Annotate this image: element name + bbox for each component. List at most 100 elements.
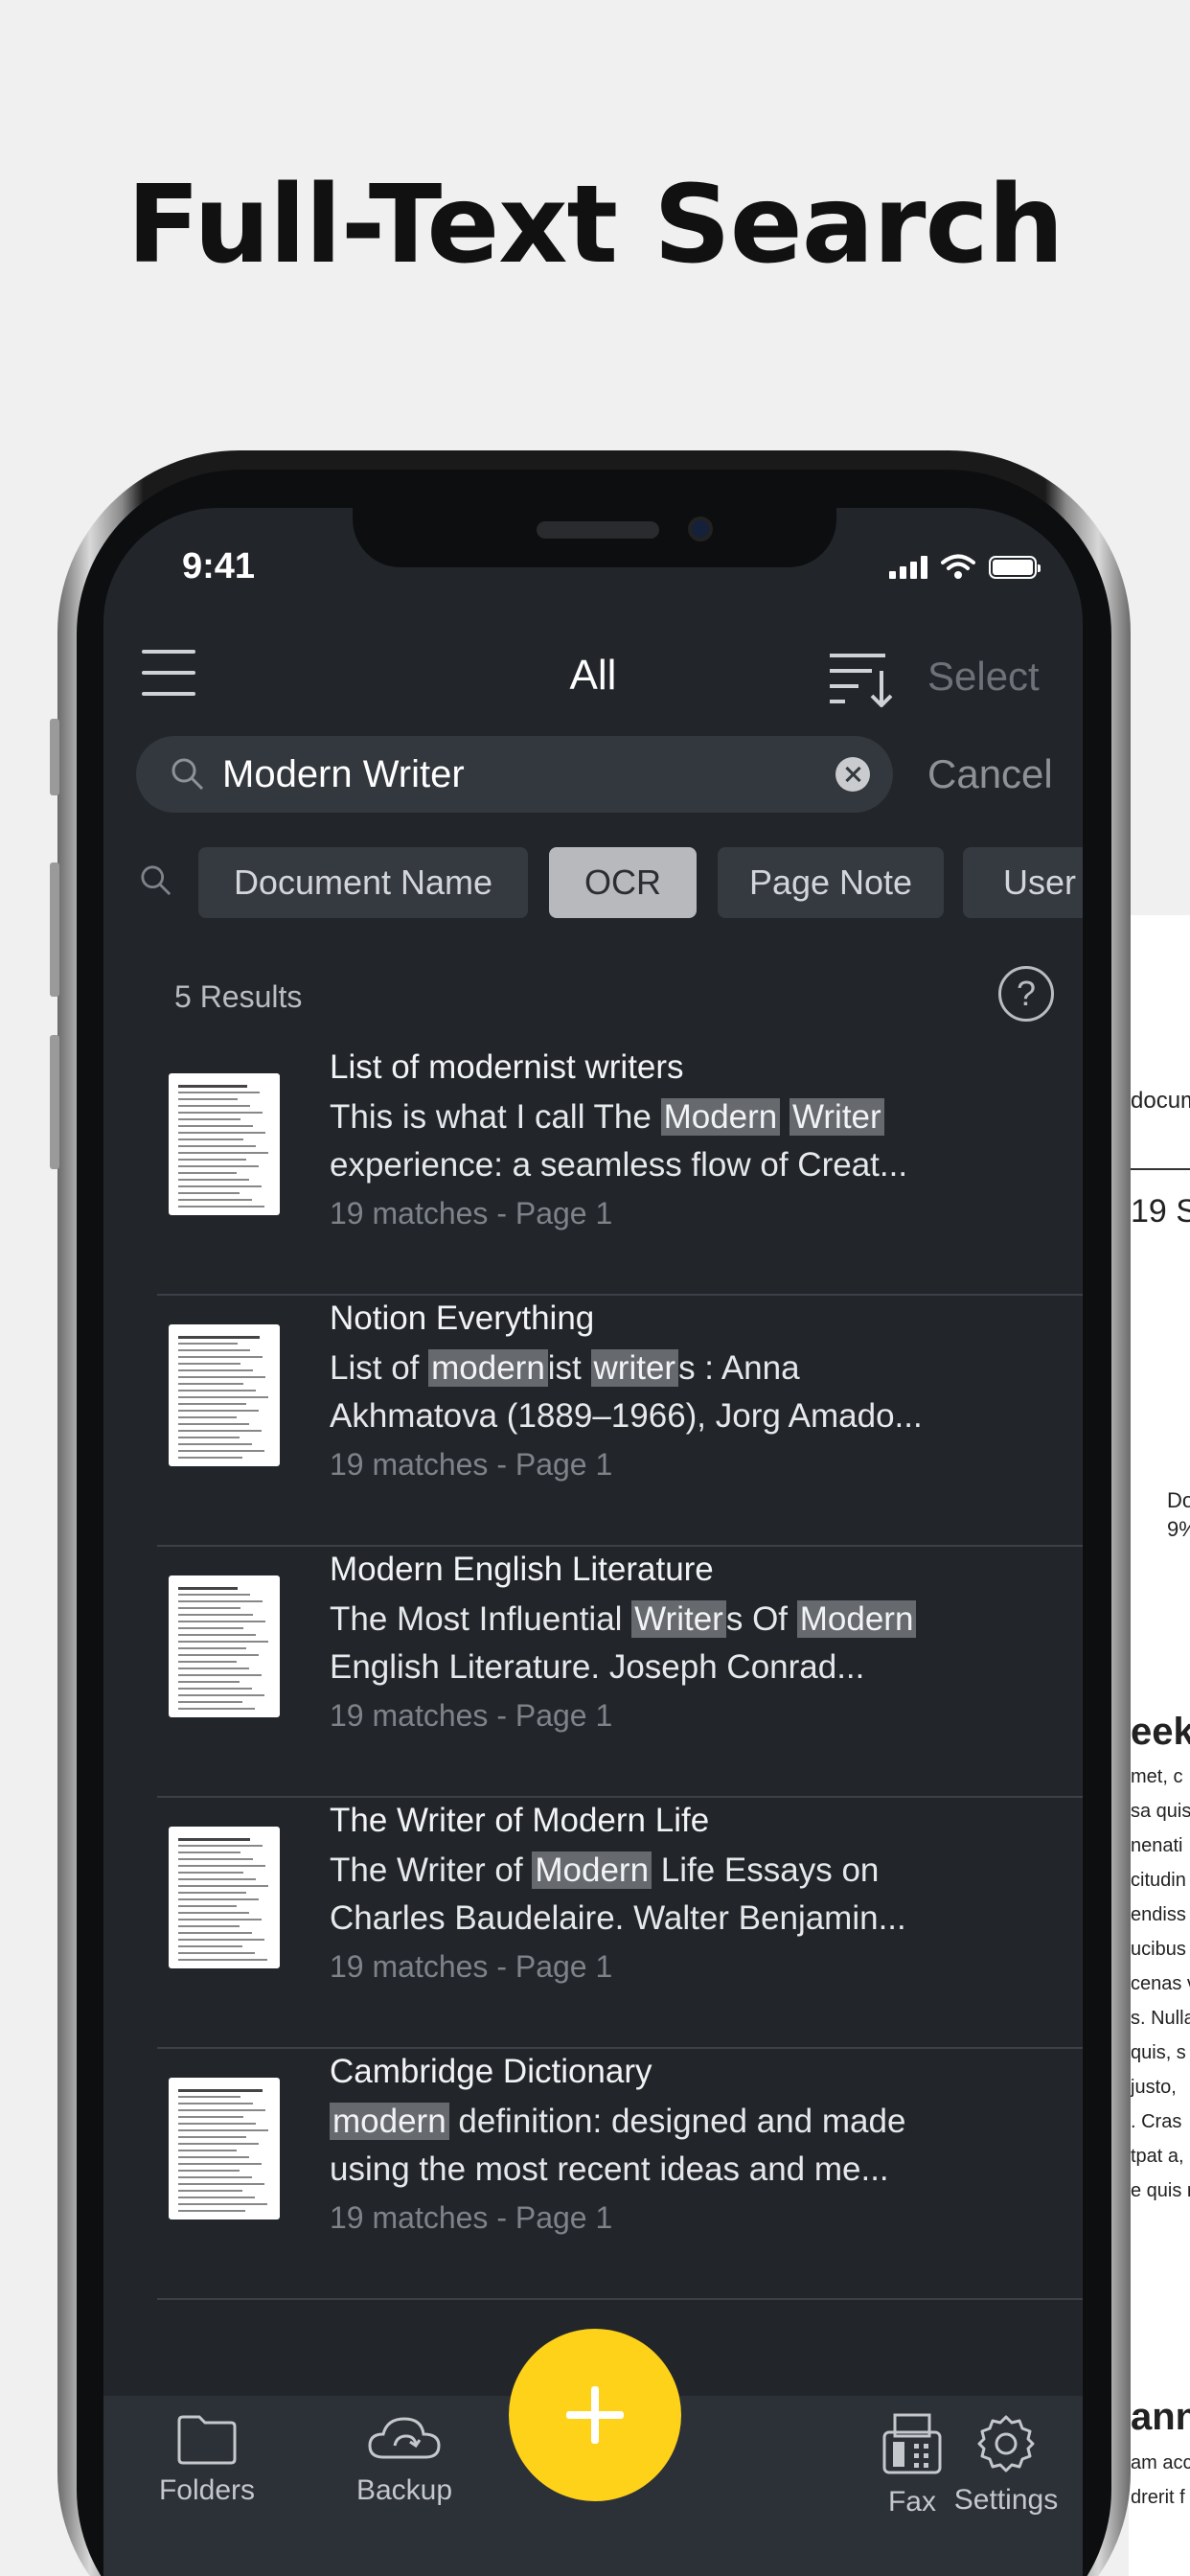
result-snippet-line: List of modernist writers : Anna bbox=[330, 1349, 800, 1388]
result-snippet-line: This is what I call The Modern Writer bbox=[330, 1098, 884, 1137]
snippet-text: Charles Baudelaire. Walter Benjamin... bbox=[330, 1899, 906, 1937]
phone-volume-down bbox=[50, 1035, 59, 1169]
bg-text: citudin bbox=[1131, 1870, 1186, 1891]
bg-text: ucibus bbox=[1131, 1939, 1186, 1960]
add-document-button[interactable] bbox=[509, 2329, 681, 2501]
page-headline: Full-Text Search bbox=[126, 163, 1064, 288]
snippet-text: experience: a seamless flow of Creat... bbox=[330, 1146, 908, 1184]
tab-settings[interactable]: Settings bbox=[929, 2413, 1083, 2517]
snippet-text: definition: designed and made bbox=[448, 2103, 906, 2140]
result-row[interactable]: Modern English Literature The Most Influ… bbox=[157, 1547, 1083, 1798]
snippet-text: Akhmatova (1889–1966), Jorg Amado... bbox=[330, 1397, 923, 1435]
select-button[interactable]: Select bbox=[927, 654, 1040, 700]
bg-text: docum bbox=[1131, 1088, 1190, 1114]
result-meta: 19 matches - Page 1 bbox=[330, 1698, 613, 1733]
tab-folders[interactable]: Folders bbox=[130, 2413, 284, 2507]
wifi-icon bbox=[941, 554, 975, 579]
result-snippet-line: using the most recent ideas and me... bbox=[330, 2150, 889, 2189]
result-row[interactable]: Notion Everything List of modernist writ… bbox=[157, 1296, 1083, 1547]
result-snippet-line: The Writer of Modern Life Essays on bbox=[330, 1852, 879, 1890]
match-highlight: Modern bbox=[532, 1852, 652, 1889]
document-thumbnail bbox=[169, 1073, 280, 1215]
snippet-text: The Most Influential bbox=[330, 1600, 632, 1638]
filter-chip-page-note[interactable]: Page Note bbox=[718, 847, 944, 918]
result-title: The Writer of Modern Life bbox=[330, 1802, 710, 1839]
snippet-text: List of bbox=[330, 1349, 429, 1387]
snippet-text: Life Essays on bbox=[652, 1852, 880, 1889]
result-snippet-line: experience: a seamless flow of Creat... bbox=[330, 1146, 907, 1184]
sort-icon[interactable] bbox=[828, 650, 895, 707]
snippet-text: s : Anna bbox=[678, 1349, 800, 1387]
filter-chip-ocr[interactable]: OCR bbox=[549, 847, 697, 918]
result-snippet-line: Akhmatova (1889–1966), Jorg Amado... bbox=[330, 1397, 923, 1436]
filter-search-icon bbox=[141, 865, 172, 896]
match-highlight: Writer bbox=[790, 1098, 884, 1136]
cancel-button[interactable]: Cancel bbox=[927, 751, 1053, 797]
clear-search-icon[interactable] bbox=[835, 757, 870, 792]
result-title: Modern English Literature bbox=[330, 1551, 714, 1588]
battery-icon bbox=[989, 556, 1041, 579]
bg-text: nenati bbox=[1131, 1835, 1183, 1856]
snippet-text: This is what I call The bbox=[330, 1098, 661, 1136]
bg-text: am acc bbox=[1131, 2452, 1190, 2473]
bg-text: tpat a, bbox=[1131, 2146, 1184, 2167]
phone-mute-switch bbox=[50, 719, 59, 795]
tab-label: Settings bbox=[953, 2484, 1059, 2516]
cloud-sync-icon bbox=[368, 2417, 441, 2459]
signal-icon bbox=[889, 556, 927, 579]
result-row[interactable]: List of modernist writers This is what I… bbox=[157, 1045, 1083, 1296]
match-highlight: Writer bbox=[631, 1600, 726, 1638]
result-snippet-line: English Literature. Joseph Conrad... bbox=[330, 1648, 864, 1687]
snippet-text: English Literature. Joseph Conrad... bbox=[330, 1648, 865, 1686]
results-count: 5 Results bbox=[174, 979, 303, 1014]
bg-text: e quis n bbox=[1131, 2180, 1190, 2201]
snippet-text bbox=[780, 1098, 790, 1136]
result-title: Cambridge Dictionary bbox=[330, 2053, 652, 2090]
result-snippet-line: Charles Baudelaire. Walter Benjamin... bbox=[330, 1899, 906, 1938]
result-meta: 19 matches - Page 1 bbox=[330, 2200, 613, 2235]
match-highlight: modern bbox=[330, 2103, 449, 2140]
bg-text: eek bbox=[1131, 1711, 1190, 1753]
result-meta: 19 matches - Page 1 bbox=[330, 1196, 613, 1230]
bg-text: drerit f bbox=[1131, 2487, 1185, 2508]
bg-text: s. Nulla bbox=[1131, 2008, 1190, 2029]
filter-chip-document-name[interactable]: Document Name bbox=[198, 847, 528, 918]
search-query: Modern Writer bbox=[222, 753, 465, 795]
result-row[interactable]: Cambridge Dictionary modern definition: … bbox=[157, 2049, 1083, 2300]
search-icon bbox=[172, 758, 204, 791]
bg-text: 9% bbox=[1167, 1517, 1190, 1541]
document-thumbnail bbox=[169, 1324, 280, 1466]
help-icon[interactable]: ? bbox=[998, 966, 1054, 1022]
tab-label: Backup bbox=[355, 2474, 453, 2506]
bg-text: ann bbox=[1131, 2396, 1190, 2438]
snippet-text: The Writer of bbox=[330, 1852, 533, 1889]
document-thumbnail bbox=[169, 1576, 280, 1717]
app-screen: 9:41 All Select Modern Writer Cancel Doc… bbox=[103, 508, 1083, 2576]
folder-icon bbox=[177, 2415, 237, 2465]
bg-text: justo, bbox=[1131, 2077, 1177, 2098]
search-input[interactable]: Modern Writer bbox=[136, 736, 893, 813]
status-icons bbox=[889, 554, 1041, 579]
gear-icon bbox=[977, 2415, 1035, 2472]
match-highlight: modern bbox=[428, 1349, 548, 1387]
match-highlight: Modern bbox=[796, 1600, 917, 1638]
result-title: List of modernist writers bbox=[330, 1048, 684, 1086]
bg-text: Do bbox=[1167, 1488, 1190, 1512]
bg-text: 19 S bbox=[1131, 1193, 1190, 1230]
snippet-text: using the most recent ideas and me... bbox=[330, 2150, 889, 2188]
result-row[interactable]: The Writer of Modern Life The Writer of … bbox=[157, 1798, 1083, 2049]
bg-text: cenas v bbox=[1131, 1973, 1190, 1994]
bg-text: quis, s bbox=[1131, 2042, 1186, 2063]
filter-chip-user[interactable]: User bbox=[963, 847, 1083, 918]
result-snippet-line: The Most Influential Writers Of Modern bbox=[330, 1600, 917, 1639]
result-title: Notion Everything bbox=[330, 1300, 595, 1337]
match-highlight: writer bbox=[590, 1349, 679, 1387]
tab-backup[interactable]: Backup bbox=[328, 2413, 481, 2507]
document-thumbnail bbox=[169, 2078, 280, 2220]
bg-text: sa quis bbox=[1131, 1801, 1190, 1822]
document-thumbnail bbox=[169, 1827, 280, 1968]
bg-text: endiss bbox=[1131, 1904, 1186, 1925]
tab-label: Folders bbox=[158, 2474, 256, 2506]
status-time: 9:41 bbox=[182, 546, 256, 586]
bg-text: met, c bbox=[1131, 1766, 1183, 1787]
